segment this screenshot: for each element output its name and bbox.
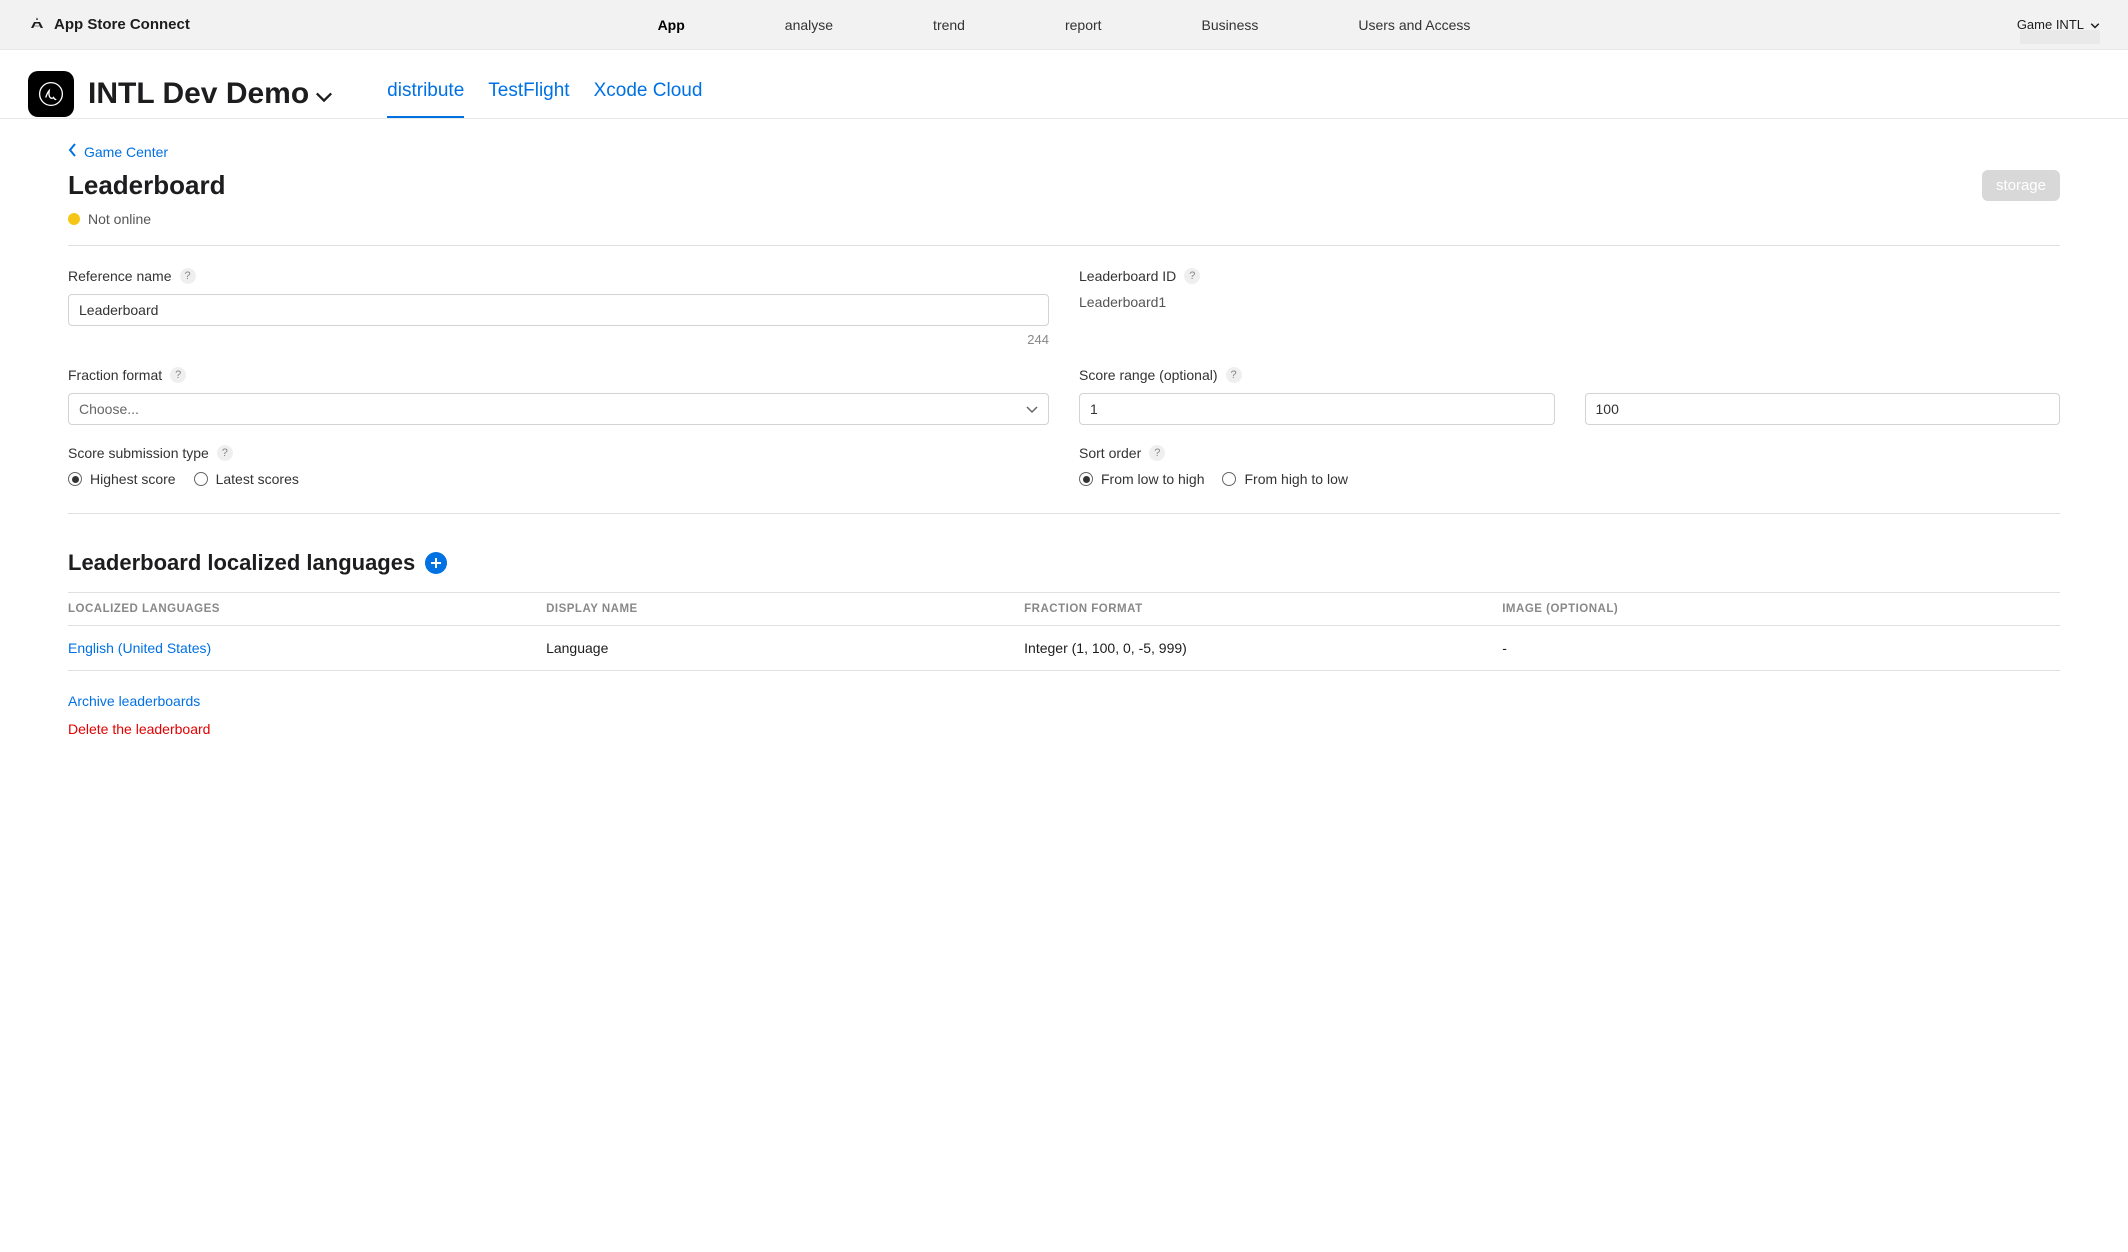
col-fraction-format: FRACTION FORMAT bbox=[1024, 593, 1502, 626]
score-range-max-input[interactable] bbox=[1585, 393, 2061, 425]
chevron-left-icon bbox=[68, 143, 78, 160]
radio-latest-scores[interactable] bbox=[194, 472, 208, 486]
language-link[interactable]: English (United States) bbox=[68, 640, 211, 656]
logo-section[interactable]: App Store Connect bbox=[28, 16, 190, 34]
col-localized-languages: LOCALIZED LANGUAGES bbox=[68, 593, 546, 626]
nav-app[interactable]: App bbox=[658, 17, 685, 33]
chevron-down-icon bbox=[1026, 401, 1038, 417]
app-title[interactable]: INTL Dev Demo bbox=[88, 77, 333, 111]
nav-analyse[interactable]: analyse bbox=[785, 17, 833, 33]
fraction-format-select[interactable]: Choose... bbox=[68, 393, 1049, 425]
reference-name-counter: 244 bbox=[68, 332, 1049, 347]
sort-order-label: Sort order bbox=[1079, 445, 1141, 461]
fraction-format-cell: Integer (1, 100, 0, -5, 999) bbox=[1024, 626, 1502, 671]
app-header: INTL Dev Demo distribute TestFlight Xcod… bbox=[0, 50, 2128, 119]
add-language-button[interactable] bbox=[425, 552, 447, 574]
breadcrumb-text: Game Center bbox=[84, 144, 168, 160]
reference-name-label: Reference name bbox=[68, 268, 172, 284]
nav-trend[interactable]: trend bbox=[933, 17, 965, 33]
tab-testflight[interactable]: TestFlight bbox=[488, 70, 569, 118]
tab-xcode-cloud[interactable]: Xcode Cloud bbox=[594, 70, 703, 118]
divider bbox=[68, 513, 2060, 514]
fraction-format-field: Fraction format ? Choose... bbox=[68, 367, 1049, 425]
storage-button[interactable]: storage bbox=[1982, 170, 2060, 201]
divider bbox=[68, 245, 2060, 246]
archive-leaderboards-link[interactable]: Archive leaderboards bbox=[68, 693, 2060, 709]
fraction-format-label: Fraction format bbox=[68, 367, 162, 383]
status-row: Not online bbox=[68, 211, 2060, 227]
reference-name-input[interactable] bbox=[68, 294, 1049, 326]
sort-order-field: Sort order ? From low to high From high … bbox=[1079, 445, 2060, 487]
delete-leaderboard-link[interactable]: Delete the leaderboard bbox=[68, 721, 2060, 737]
leaderboard-id-value: Leaderboard1 bbox=[1079, 294, 2060, 310]
radio-highest-score[interactable] bbox=[68, 472, 82, 486]
nav-business[interactable]: Business bbox=[1202, 17, 1259, 33]
table-row: English (United States) Language Integer… bbox=[68, 626, 2060, 671]
leaderboard-id-label: Leaderboard ID bbox=[1079, 268, 1176, 284]
top-nav: App analyse trend report Business Users … bbox=[658, 17, 1471, 33]
languages-table: LOCALIZED LANGUAGES DISPLAY NAME FRACTIO… bbox=[68, 592, 2060, 671]
help-icon[interactable]: ? bbox=[1226, 367, 1242, 383]
top-bar: App Store Connect App analyse trend repo… bbox=[0, 0, 2128, 50]
app-store-connect-icon bbox=[28, 16, 46, 34]
chevron-down-icon bbox=[315, 77, 333, 111]
radio-high-to-low-label: From high to low bbox=[1244, 471, 1347, 487]
radio-high-to-low[interactable] bbox=[1222, 472, 1236, 486]
app-icon bbox=[28, 71, 74, 117]
content: Game Center Leaderboard storage Not onli… bbox=[0, 119, 2128, 777]
app-title-text: INTL Dev Demo bbox=[88, 77, 309, 111]
col-display-name: DISPLAY NAME bbox=[546, 593, 1024, 626]
score-range-min-input[interactable] bbox=[1079, 393, 1555, 425]
score-submission-field: Score submission type ? Highest score La… bbox=[68, 445, 1049, 487]
score-submission-label: Score submission type bbox=[68, 445, 209, 461]
score-range-field: Score range (optional) ? bbox=[1079, 367, 2060, 425]
blurred-region bbox=[2020, 30, 2100, 44]
image-cell: - bbox=[1502, 626, 2060, 671]
status-dot-icon bbox=[68, 213, 80, 225]
fraction-format-placeholder: Choose... bbox=[79, 401, 139, 417]
radio-highest-score-label: Highest score bbox=[90, 471, 176, 487]
help-icon[interactable]: ? bbox=[180, 268, 196, 284]
col-image: IMAGE (OPTIONAL) bbox=[1502, 593, 2060, 626]
leaderboard-id-field: Leaderboard ID ? Leaderboard1 bbox=[1079, 268, 2060, 347]
help-icon[interactable]: ? bbox=[217, 445, 233, 461]
breadcrumb[interactable]: Game Center bbox=[68, 143, 2060, 160]
radio-low-to-high-label: From low to high bbox=[1101, 471, 1204, 487]
reference-name-field: Reference name ? 244 bbox=[68, 268, 1049, 347]
languages-section-title: Leaderboard localized languages bbox=[68, 550, 415, 576]
radio-latest-scores-label: Latest scores bbox=[216, 471, 299, 487]
status-text: Not online bbox=[88, 211, 151, 227]
help-icon[interactable]: ? bbox=[170, 367, 186, 383]
nav-users-access[interactable]: Users and Access bbox=[1358, 17, 1470, 33]
radio-low-to-high[interactable] bbox=[1079, 472, 1093, 486]
score-range-label: Score range (optional) bbox=[1079, 367, 1218, 383]
nav-report[interactable]: report bbox=[1065, 17, 1102, 33]
product-name: App Store Connect bbox=[54, 16, 190, 33]
display-name-cell: Language bbox=[546, 626, 1024, 671]
help-icon[interactable]: ? bbox=[1184, 268, 1200, 284]
app-tabs: distribute TestFlight Xcode Cloud bbox=[387, 70, 702, 118]
help-icon[interactable]: ? bbox=[1149, 445, 1165, 461]
tab-distribute[interactable]: distribute bbox=[387, 70, 464, 118]
page-title: Leaderboard bbox=[68, 170, 226, 201]
